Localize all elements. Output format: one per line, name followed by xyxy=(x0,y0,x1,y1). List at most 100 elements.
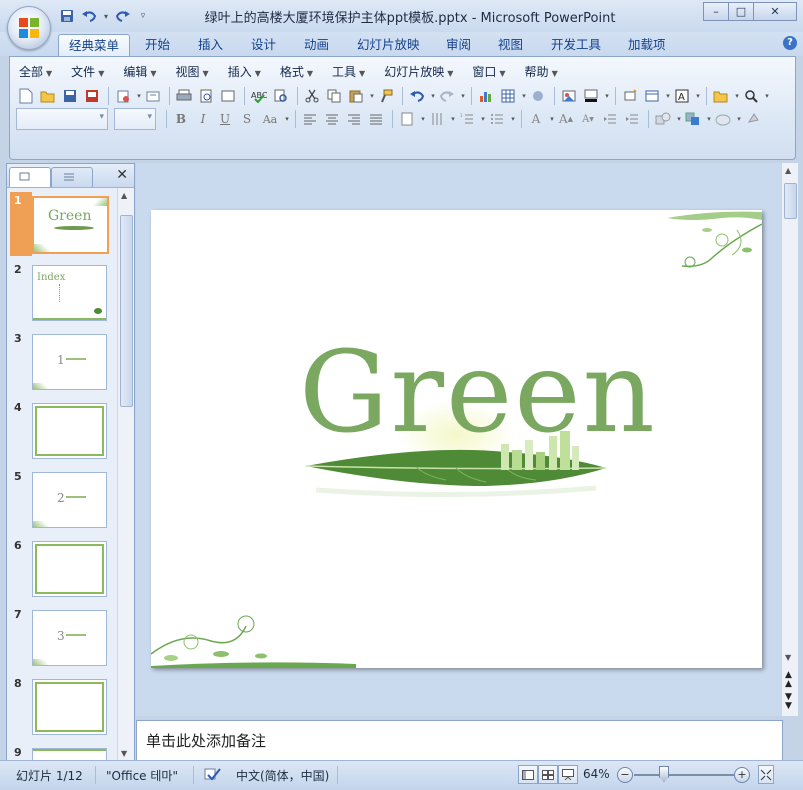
tab-add-ins[interactable]: 加载项 xyxy=(618,34,676,56)
editor-scrollbar[interactable]: ▲ ▼ ▲ ▲ ▼ ▼ xyxy=(781,163,798,716)
align-text-icon[interactable] xyxy=(427,109,447,129)
find-icon[interactable] xyxy=(741,86,761,106)
menu-help[interactable]: 帮助 ▼ xyxy=(516,63,568,81)
font-color-icon[interactable]: A xyxy=(526,109,546,129)
print-icon[interactable] xyxy=(174,86,194,106)
font-name-combo[interactable] xyxy=(16,108,108,130)
zoom-slider-thumb[interactable] xyxy=(659,766,669,782)
thumbnails-scrollbar[interactable]: ▲ ▼ xyxy=(117,188,134,761)
office-button[interactable] xyxy=(7,6,51,50)
new-slide-icon[interactable] xyxy=(620,86,640,106)
font-size-combo[interactable] xyxy=(114,108,156,130)
font-color-dropdown-icon[interactable]: ▾ xyxy=(548,115,556,123)
undo-icon[interactable] xyxy=(80,7,98,25)
shape-fill-icon[interactable] xyxy=(743,109,763,129)
align-right-icon[interactable] xyxy=(344,109,364,129)
menu-window[interactable]: 窗口 ▼ xyxy=(463,63,515,81)
save-icon[interactable] xyxy=(58,7,76,25)
scroll-thumb[interactable] xyxy=(784,183,797,219)
zoom-out-icon[interactable]: − xyxy=(617,767,633,783)
copy-icon[interactable] xyxy=(324,86,344,106)
text-box-dropdown-icon[interactable]: ▾ xyxy=(694,92,702,100)
insert-picture-icon[interactable] xyxy=(559,86,579,106)
minimize-button[interactable]: – xyxy=(703,2,729,21)
undo-dropdown-icon[interactable]: ▾ xyxy=(102,7,110,25)
find-dropdown-icon[interactable]: ▾ xyxy=(763,92,771,100)
save-icon[interactable] xyxy=(60,86,80,106)
shrink-font-icon[interactable]: A ▼ xyxy=(578,109,598,129)
layout-icon[interactable] xyxy=(642,86,662,106)
align-text-dropdown-icon[interactable]: ▾ xyxy=(449,115,457,123)
maximize-button[interactable]: □ xyxy=(728,2,754,21)
scroll-up-icon[interactable]: ▲ xyxy=(121,191,127,200)
undo-list-icon[interactable]: ▾ xyxy=(429,92,437,100)
current-slide[interactable]: Green xyxy=(151,210,762,668)
tab-developer[interactable]: 开发工具 xyxy=(541,34,611,56)
slide-thumb-5[interactable]: 5 2 xyxy=(7,468,117,530)
scroll-thumb[interactable] xyxy=(120,215,133,407)
zoom-slider-track[interactable] xyxy=(634,774,734,776)
bullets-icon[interactable] xyxy=(487,109,507,129)
theme-name[interactable]: "Office 테마" xyxy=(106,767,178,784)
quick-styles-icon[interactable] xyxy=(713,109,733,129)
insert-table-icon[interactable] xyxy=(498,86,518,106)
scroll-up-icon[interactable]: ▲ xyxy=(785,166,791,175)
bold-icon[interactable]: B xyxy=(171,109,191,129)
tab-insert[interactable]: 插入 xyxy=(188,34,233,56)
permission-icon[interactable] xyxy=(113,86,133,106)
attach-icon[interactable] xyxy=(143,86,163,106)
change-case-dropdown-icon[interactable]: ▾ xyxy=(283,115,291,123)
redo-list-icon[interactable]: ▾ xyxy=(459,92,467,100)
decrease-indent-icon[interactable] xyxy=(600,109,620,129)
numbering-dropdown-icon[interactable]: ▾ xyxy=(479,115,487,123)
bullets-dropdown-icon[interactable]: ▾ xyxy=(509,115,517,123)
arrange-dropdown-icon[interactable]: ▾ xyxy=(705,115,713,123)
spell-check-icon[interactable] xyxy=(204,767,222,784)
change-case-icon[interactable]: Aa xyxy=(259,109,281,129)
align-left-icon[interactable] xyxy=(300,109,320,129)
grow-font-icon[interactable]: A ▲ xyxy=(556,109,576,129)
tab-view[interactable]: 视图 xyxy=(488,34,533,56)
undo-icon[interactable] xyxy=(407,86,427,106)
save-as-pdf-icon[interactable] xyxy=(82,86,102,106)
zoom-level[interactable]: 64% xyxy=(583,767,610,781)
menu-view[interactable]: 视图 ▼ xyxy=(167,63,219,81)
layout-dropdown-icon[interactable]: ▾ xyxy=(664,92,672,100)
numbering-icon[interactable]: 1 xyxy=(457,109,477,129)
italic-icon[interactable]: I xyxy=(193,109,213,129)
notes-pane[interactable]: 单击此处添加备注 xyxy=(136,720,783,762)
text-direction-dropdown-icon[interactable]: ▾ xyxy=(419,115,427,123)
quick-styles-dropdown-icon[interactable]: ▾ xyxy=(735,115,743,123)
insert-chart-icon[interactable] xyxy=(476,86,496,106)
tab-classic-menu[interactable]: 经典菜单 xyxy=(58,34,131,57)
customize-qat-icon[interactable]: ▿ xyxy=(136,7,150,25)
text-box-icon[interactable]: A xyxy=(672,86,692,106)
menu-tools[interactable]: 工具 ▼ xyxy=(323,63,375,81)
slide-thumb-9[interactable]: 9 xyxy=(7,744,117,761)
slide-view-icon[interactable] xyxy=(218,86,238,106)
tab-review[interactable]: 审阅 xyxy=(436,34,481,56)
scroll-down-icon[interactable]: ▼ xyxy=(121,749,127,758)
align-center-icon[interactable] xyxy=(322,109,342,129)
menu-file[interactable]: 文件 ▼ xyxy=(62,63,114,81)
close-button[interactable]: ✕ xyxy=(753,2,797,21)
tab-outline[interactable] xyxy=(51,167,93,187)
spelling-icon[interactable]: ABC xyxy=(249,86,269,106)
slide-thumb-7[interactable]: 7 3 xyxy=(7,606,117,668)
open-folder-icon[interactable] xyxy=(38,86,58,106)
arrange-icon[interactable] xyxy=(683,109,703,129)
format-painter-icon[interactable] xyxy=(376,86,396,106)
paste-icon[interactable] xyxy=(346,86,366,106)
tab-home[interactable]: 开始 xyxy=(135,34,180,56)
menu-insert[interactable]: 插入 ▼ xyxy=(219,63,271,81)
fill-dropdown-icon[interactable]: ▾ xyxy=(603,92,611,100)
slide-thumb-2[interactable]: 2 Index xyxy=(7,261,117,323)
slide-sorter-button[interactable] xyxy=(538,765,558,784)
shapes-icon[interactable] xyxy=(653,109,673,129)
tab-slides[interactable] xyxy=(9,167,51,187)
menu-format[interactable]: 格式 ▼ xyxy=(271,63,323,81)
tab-slide-show[interactable]: 幻灯片放映 xyxy=(347,34,430,56)
cut-icon[interactable] xyxy=(302,86,322,106)
redo-icon[interactable] xyxy=(114,7,132,25)
menu-slide-show[interactable]: 幻灯片放映 ▼ xyxy=(375,63,463,81)
